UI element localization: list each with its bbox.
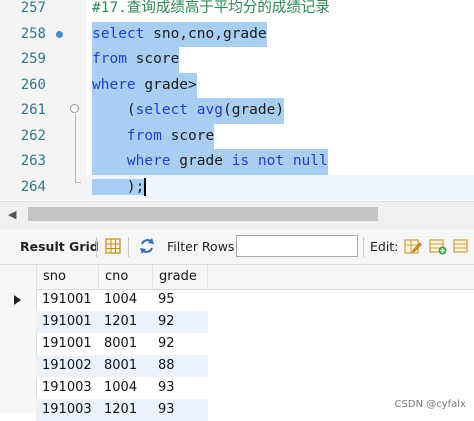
code-text: (select avg(grade)	[92, 98, 285, 124]
table-row[interactable]: 191002 8001 88	[0, 355, 474, 377]
toolbar-separator	[96, 237, 97, 257]
cell-grade[interactable]: 92	[152, 311, 175, 333]
cell-sno[interactable]: 191003	[36, 377, 92, 399]
line-number: 257	[20, 0, 46, 16]
keyword-select: select	[92, 25, 145, 42]
editor-horizontal-scrollbar[interactable]: ◀	[0, 201, 474, 229]
cell-grade[interactable]: 95	[152, 289, 175, 311]
grid-view-icon[interactable]	[104, 237, 122, 255]
table-row[interactable]: 191001 8001 92	[0, 333, 474, 355]
cell-cno[interactable]: 1201	[98, 399, 137, 421]
cell-cno[interactable]: 1004	[98, 377, 137, 399]
grid-header: sno cno grade	[0, 265, 474, 290]
table-row[interactable]: 191001 1201 92	[0, 311, 474, 333]
filter-rows-label: Filter Rows:	[167, 239, 239, 254]
toolbar-separator	[128, 237, 129, 257]
column-header-sno[interactable]: sno	[36, 265, 98, 289]
code-comment: #17.查询成绩高于平均分的成绩记录	[92, 0, 330, 16]
text-caret	[144, 177, 146, 196]
add-row-icon[interactable]	[429, 237, 447, 255]
scroll-left-arrow-icon[interactable]: ◀	[8, 208, 16, 221]
cell-cno[interactable]: 1201	[98, 311, 137, 333]
edit-cell-icon[interactable]	[404, 237, 422, 255]
table-row[interactable]: 191003 1004 93	[0, 377, 474, 399]
line-number: 261	[20, 102, 46, 118]
line-number: 262	[20, 127, 46, 144]
cell-sno[interactable]: 191001	[36, 333, 92, 355]
toolbar-separator	[363, 237, 364, 257]
cell-cno[interactable]: 1004	[98, 289, 137, 311]
code-text: from score	[92, 123, 215, 149]
edit-label: Edit:	[370, 239, 399, 254]
cell-cno[interactable]: 8001	[98, 333, 137, 355]
line-number: 259	[20, 51, 46, 67]
code-line[interactable]: 259 from score	[0, 47, 474, 73]
code-text: where grade>	[92, 72, 197, 98]
current-row-arrow-icon	[14, 295, 21, 305]
sql-editor[interactable]: 257 #17.查询成绩高于平均分的成绩记录 258 select sno,cn…	[0, 0, 474, 200]
result-grid-tab[interactable]: Result Grid	[20, 239, 99, 254]
cell-grade[interactable]: 92	[152, 333, 175, 355]
cell-cno[interactable]: 8001	[98, 355, 137, 377]
cell-grade[interactable]: 93	[152, 399, 175, 421]
execution-marker-icon[interactable]	[56, 30, 63, 38]
table-row[interactable]: 191001 1004 95	[0, 289, 474, 311]
code-line[interactable]: 260 where grade>	[0, 72, 474, 98]
line-number: 264	[20, 178, 46, 195]
code-line[interactable]: 263 where grade is not null	[0, 149, 474, 175]
line-number: 260	[20, 76, 46, 93]
code-line[interactable]: 261 (select avg(grade)	[0, 98, 474, 124]
keyword-where: where	[126, 153, 171, 169]
code-text: );	[92, 177, 146, 196]
code-line[interactable]: 257 #17.查询成绩高于平均分的成绩记录	[0, 0, 474, 22]
keyword-where: where	[92, 76, 136, 93]
keyword-select: select	[135, 102, 189, 118]
column-header-cno[interactable]: cno	[98, 265, 152, 289]
cell-grade[interactable]: 93	[152, 377, 175, 399]
filter-rows-input[interactable]	[236, 235, 358, 257]
code-line[interactable]: 264 );	[0, 175, 474, 201]
refresh-icon[interactable]	[138, 237, 156, 255]
line-number: 258	[20, 25, 46, 42]
keyword-from: from	[126, 127, 162, 144]
result-grid: sno cno grade 191001 1004 95 191001 1201…	[0, 265, 474, 421]
cell-grade[interactable]: 88	[152, 355, 175, 377]
line-number: 263	[20, 153, 46, 169]
keyword-avg: avg	[196, 102, 223, 118]
keyword-is: is	[231, 153, 250, 169]
fold-toggle-icon[interactable]	[70, 104, 79, 113]
delete-row-icon[interactable]	[453, 237, 471, 255]
cell-sno[interactable]: 191001	[36, 289, 92, 311]
keyword-null: null	[292, 153, 328, 169]
code-text: select sno,cno,grade	[92, 21, 267, 47]
scrollbar-thumb[interactable]	[28, 207, 378, 221]
code-line[interactable]: 258 select sno,cno,grade	[0, 21, 474, 47]
cell-sno[interactable]: 191002	[36, 355, 92, 377]
code-text: from score	[92, 47, 180, 73]
cell-sno[interactable]: 191001	[36, 311, 92, 333]
keyword-not: not	[257, 153, 285, 169]
result-toolbar: Result Grid Filter Rows: Edit:	[0, 229, 474, 265]
code-text: where grade is not null	[92, 149, 328, 175]
keyword-from: from	[92, 51, 127, 67]
cell-sno[interactable]: 191003	[36, 399, 92, 421]
watermark: CSDN @cyfalx	[394, 399, 466, 410]
code-line[interactable]: 262 from score	[0, 123, 474, 149]
column-header-grade[interactable]: grade	[152, 265, 208, 289]
